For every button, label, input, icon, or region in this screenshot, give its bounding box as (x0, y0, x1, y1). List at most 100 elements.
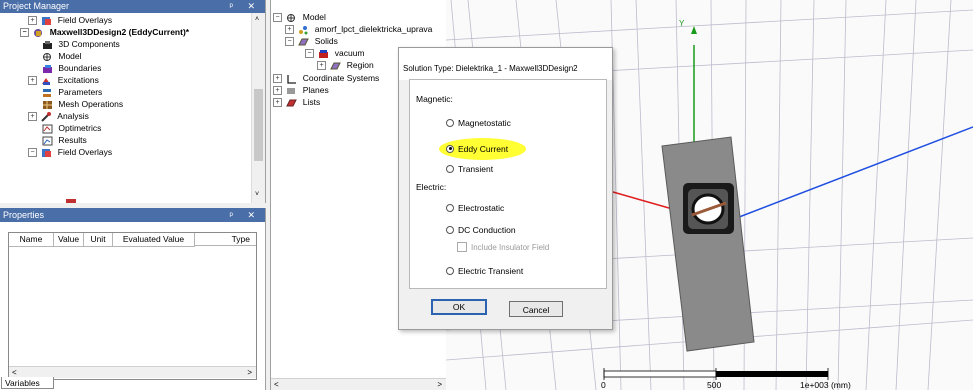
solution-type-dialog: Solution Type: Dielektrika_1 - Maxwell3D… (398, 47, 613, 330)
cancel-button[interactable]: Cancel (509, 301, 563, 317)
collapse-icon[interactable]: − (20, 28, 29, 38)
radio-button-icon[interactable] (446, 225, 454, 234)
ok-button[interactable]: OK (431, 299, 487, 315)
column-header-name[interactable]: Name (9, 233, 54, 247)
scrollbar-thumb[interactable] (254, 89, 263, 161)
tree-item-model[interactable]: Model (42, 50, 82, 62)
scroll-down-icon[interactable]: ˅ (255, 191, 259, 198)
scroll-left-icon[interactable]: < (274, 379, 279, 390)
collapse-icon[interactable]: − (305, 49, 314, 59)
expand-icon[interactable]: + (273, 98, 282, 108)
tree-item-excitations[interactable]: + Excitations (28, 74, 99, 86)
collapse-icon[interactable]: − (273, 13, 282, 23)
expand-icon[interactable]: + (317, 61, 326, 71)
tree-item-label: Boundaries (58, 63, 102, 73)
tree-item-label: Optimetrics (58, 123, 102, 133)
checkbox-include-insulator-field[interactable]: Include Insulator Field (457, 241, 549, 254)
coordinate-system-icon (287, 74, 297, 84)
model-tree-item-lists[interactable]: + Lists (273, 96, 320, 108)
tree-item-optimetrics[interactable]: Optimetrics (42, 122, 101, 134)
planes-icon (287, 88, 296, 94)
tree-item-label: Model (58, 51, 82, 61)
y-axis-arrow-icon (691, 26, 697, 34)
tree-item-3d-components[interactable]: 3D Components (42, 38, 120, 50)
tree-item-label: vacuum (334, 48, 365, 58)
scroll-right-icon[interactable]: > (247, 367, 252, 378)
tree-item-results[interactable]: Results (42, 134, 87, 146)
field-overlays-icon (42, 148, 52, 157)
model-tree-item-planes[interactable]: + Planes (273, 84, 329, 96)
properties-title: Properties (3, 210, 45, 220)
tree-item-parameters[interactable]: Parameters (42, 86, 102, 98)
expand-icon[interactable]: + (273, 86, 282, 96)
model-icon (287, 13, 296, 22)
project-tree-scrollbar[interactable]: ˄ ˅ (251, 13, 265, 203)
project-manager-panel: Project Manager ᵖ ✕ + Field Overlays − M… (0, 0, 266, 203)
tree-item-boundaries[interactable]: Boundaries (42, 62, 101, 74)
radio-button-icon[interactable] (446, 203, 454, 212)
radio-transient[interactable]: Transient (446, 163, 493, 175)
column-header-type[interactable]: Type (195, 233, 256, 246)
expand-icon[interactable]: + (273, 74, 282, 84)
design-icon (34, 28, 43, 37)
parameters-icon (43, 88, 51, 97)
radio-button-icon[interactable] (446, 118, 454, 127)
tree-item-analysis[interactable]: + Analysis (28, 110, 89, 122)
radio-electrostatic[interactable]: Electrostatic (446, 202, 504, 214)
model-tree-hscrollbar[interactable]: < > (271, 378, 446, 390)
tree-item-label: Model (302, 12, 326, 22)
model-tree-item-imported[interactable]: + amorf_lpct_dielektricka_uprava (285, 23, 432, 35)
project-manager-title: Project Manager (3, 1, 70, 11)
radio-button-icon[interactable] (446, 266, 454, 275)
scroll-right-icon[interactable]: > (437, 379, 442, 390)
column-header-unit[interactable]: Unit (84, 233, 113, 247)
tab-variables[interactable]: Variables (1, 377, 54, 389)
expand-icon[interactable]: + (28, 76, 37, 86)
tree-item-label: Field Overlays (57, 147, 113, 157)
model-tree-item-region[interactable]: + Region (317, 59, 374, 71)
radio-button-icon[interactable] (446, 164, 454, 173)
tree-item-label: Mesh Operations (58, 99, 124, 109)
scroll-up-icon[interactable]: ˄ (255, 16, 259, 23)
expand-icon[interactable]: + (285, 25, 294, 35)
z-axis-line (720, 126, 973, 225)
tree-item-field-overlays-top[interactable]: + Field Overlays (28, 14, 112, 26)
checkbox-icon[interactable] (457, 241, 467, 252)
radio-dc-conduction[interactable]: DC Conduction (446, 224, 516, 236)
panel-pin-close-buttons[interactable]: ᵖ ✕ (230, 0, 261, 13)
lists-icon (286, 99, 298, 107)
model-tree-item-coordinate-systems[interactable]: + Coordinate Systems (273, 72, 379, 84)
solution-type-group: Magnetic: Magnetostatic Eddy Current Tra… (409, 79, 607, 289)
collapse-icon[interactable]: − (28, 148, 37, 158)
model-tree-item-vacuum[interactable]: − vacuum (305, 47, 365, 59)
scale-bar (603, 368, 829, 380)
column-header-evaluated-value[interactable]: Evaluated Value (113, 233, 195, 247)
magnetic-label: Magnetic: (416, 94, 453, 104)
tree-item-label: 3D Components (58, 39, 120, 49)
tree-item-design[interactable]: − Maxwell3DDesign2 (EddyCurrent)* (20, 26, 189, 38)
tree-item-label: Planes (302, 85, 329, 95)
core-object[interactable] (683, 183, 734, 234)
radio-magnetostatic[interactable]: Magnetostatic (446, 117, 511, 129)
tree-item-label: Coordinate Systems (302, 73, 380, 83)
panel-pin-close-buttons[interactable]: ᵖ ✕ (230, 208, 261, 222)
model-tree-item-model[interactable]: − Model (273, 11, 326, 23)
plate-object[interactable] (661, 136, 755, 352)
model-icon (43, 52, 51, 61)
radio-electric-transient[interactable]: Electric Transient (446, 265, 523, 277)
import-icon (299, 25, 308, 35)
expand-icon[interactable]: + (28, 112, 37, 122)
column-header-value[interactable]: Value (54, 233, 84, 247)
tree-item-mesh-operations[interactable]: Mesh Operations (42, 98, 123, 110)
collapse-icon[interactable]: − (285, 37, 294, 47)
scale-tick-1000: 1e+003 (mm) (800, 380, 851, 390)
tree-item-field-overlays[interactable]: − Field Overlays (28, 146, 112, 158)
optimetrics-icon (42, 124, 53, 134)
radio-button-selected-icon[interactable] (446, 144, 454, 153)
field-overlays-icon (42, 16, 52, 25)
radio-eddy-current[interactable]: Eddy Current (446, 143, 508, 155)
expand-icon[interactable]: + (28, 16, 37, 26)
y-axis-label: Y (679, 19, 685, 28)
components-icon (43, 40, 52, 49)
model-tree-item-solids[interactable]: − Solids (285, 35, 338, 47)
